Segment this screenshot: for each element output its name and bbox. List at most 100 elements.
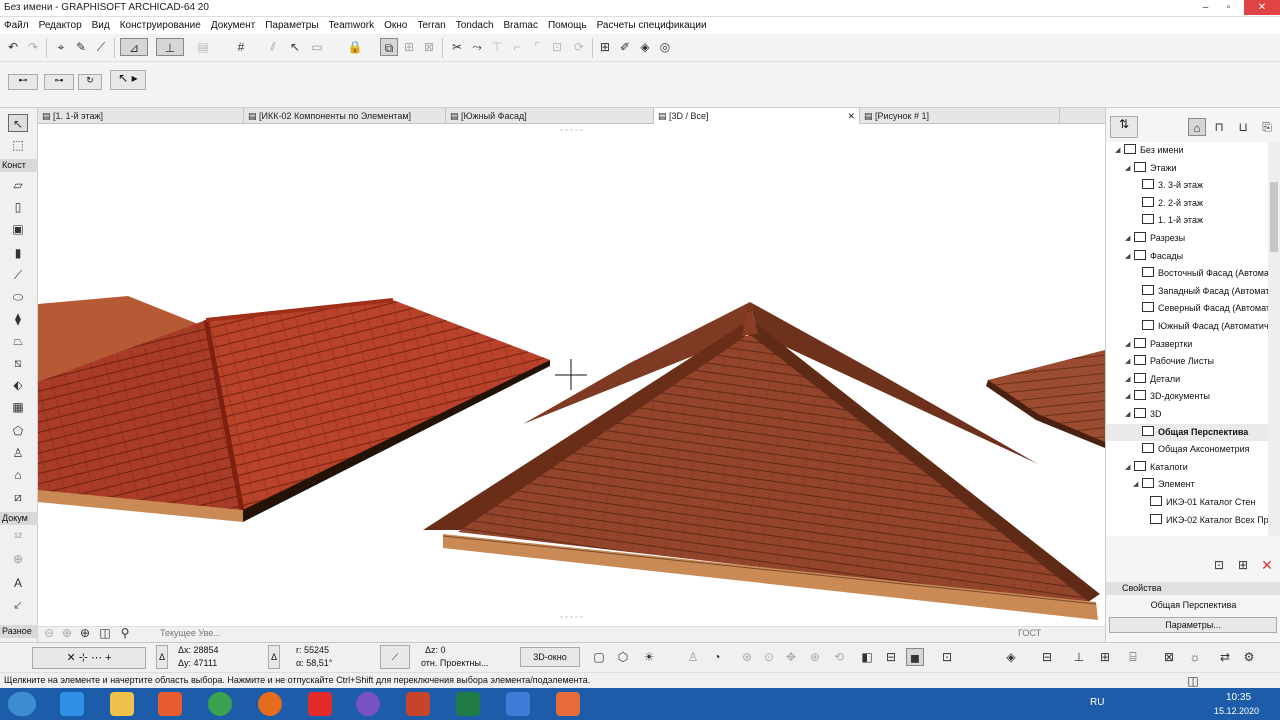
curtain-wall-tool-icon[interactable]: ⧅ xyxy=(8,354,28,372)
tree-item[interactable]: ◢ Без имени xyxy=(1106,142,1268,159)
tree-item[interactable]: Западный Фасад (Автомат xyxy=(1106,283,1268,300)
suspend-groups-icon[interactable]: ⧉ xyxy=(380,38,398,56)
undo-icon[interactable]: ↶ xyxy=(4,38,22,56)
column-tool-icon[interactable]: ▯ xyxy=(8,198,28,216)
clone-view-icon[interactable]: ⊞ xyxy=(1234,556,1252,574)
publisher-icon[interactable]: ⎘ xyxy=(1258,118,1276,136)
roof-tool-icon[interactable]: ⬭ xyxy=(8,288,28,306)
chrome-icon[interactable] xyxy=(208,692,232,716)
rotate-icon[interactable]: ⟳ xyxy=(570,38,588,56)
tree-item[interactable]: Восточный Фасад (Автома xyxy=(1106,265,1268,282)
clock-time[interactable]: 10:35 xyxy=(1226,692,1251,703)
text-tool-icon[interactable]: A xyxy=(8,574,28,592)
floor-plane-icon[interactable]: ⊥ xyxy=(1070,648,1088,666)
expand-arrow-icon[interactable]: ◢ xyxy=(1125,459,1130,476)
trace-icon[interactable]: ⫽ xyxy=(264,38,282,56)
cube-icon[interactable]: ⬡ xyxy=(614,648,632,666)
menu-item[interactable]: Помощь xyxy=(548,20,587,31)
dimension-icon[interactable]: ¹² xyxy=(8,528,28,546)
start-button-icon[interactable] xyxy=(8,692,36,716)
level-dimension-icon[interactable]: ⊕ xyxy=(8,550,28,568)
menu-item[interactable]: Teamwork xyxy=(329,20,375,31)
morph-tool-icon[interactable]: ⬖ xyxy=(8,376,28,394)
marquee-3d-icon[interactable]: ◼ xyxy=(906,648,924,666)
menu-item[interactable]: Документ xyxy=(211,20,255,31)
expand-arrow-icon[interactable]: ◢ xyxy=(1125,406,1130,423)
3d-viewport[interactable] xyxy=(38,124,1105,626)
language-indicator[interactable]: RU xyxy=(1090,697,1104,708)
parameters-button[interactable]: Параметры... xyxy=(1109,617,1277,633)
eyedropper-icon[interactable]: ✎ xyxy=(72,38,90,56)
properties-header[interactable]: Свойства xyxy=(1106,582,1280,595)
view-tab[interactable]: ▤ [1. 1-й этаж] xyxy=(38,108,244,124)
pan-icon[interactable]: ✥ xyxy=(782,648,800,666)
group-icon[interactable]: ⊞ xyxy=(400,38,418,56)
menu-item[interactable]: Расчеты спецификации xyxy=(597,20,707,31)
relative-level[interactable]: отн. Проектны... xyxy=(421,658,489,668)
expand-arrow-icon[interactable]: ◢ xyxy=(1125,388,1130,405)
menu-item[interactable]: Параметры xyxy=(265,20,318,31)
grid-snap-icon[interactable]: # xyxy=(232,38,250,56)
arrow-tool-icon[interactable]: ↖ ▸ xyxy=(110,70,146,90)
view-tab[interactable]: ▤ [Рисунок # 1] xyxy=(860,108,1060,124)
orbit-icon[interactable]: ⚲ xyxy=(116,624,134,642)
file-explorer-icon[interactable] xyxy=(110,692,134,716)
label-tool-icon[interactable]: ↙ xyxy=(8,596,28,614)
excel-icon[interactable] xyxy=(456,692,480,716)
expand-arrow-icon[interactable]: ◢ xyxy=(1125,336,1130,353)
resize-icon[interactable]: ⊡ xyxy=(548,38,566,56)
expand-arrow-icon[interactable]: ◢ xyxy=(1125,160,1130,177)
tree-scrollbar[interactable] xyxy=(1268,142,1280,536)
orbit-3d-icon[interactable]: ◔ xyxy=(708,648,726,666)
undo-zoom-icon[interactable]: ⊖ xyxy=(40,624,58,642)
settings-3d-icon[interactable]: ⚙ xyxy=(1240,648,1258,666)
dimension-tool-icon[interactable]: ⊷ xyxy=(8,74,38,90)
magic-wand-icon[interactable]: ⌖ xyxy=(52,38,70,56)
view-tab[interactable]: ▤ [Южный Фасад] xyxy=(446,108,654,124)
arrow-select-icon[interactable]: ↖ xyxy=(8,114,28,132)
tree-item[interactable]: ◢ Разрезы xyxy=(1106,230,1268,247)
archicad-icon[interactable] xyxy=(506,692,530,716)
tree-item[interactable]: Общая Аксонометрия xyxy=(1106,441,1268,458)
tree-item[interactable]: Северный Фасад (Автомат xyxy=(1106,300,1268,317)
layout-book-icon[interactable]: ⊔ xyxy=(1234,118,1252,136)
cutaway-icon[interactable]: ⊡ xyxy=(938,648,956,666)
stair-tool-icon[interactable]: ⟋ xyxy=(8,266,28,284)
delete-view-icon[interactable]: ✕ xyxy=(1258,556,1276,574)
elevation-dim-icon[interactable]: ⊶ xyxy=(44,74,74,90)
menu-item[interactable]: Конструирование xyxy=(120,20,201,31)
minimize-icon[interactable]: – xyxy=(1195,0,1216,15)
expand-arrow-icon[interactable]: ◢ xyxy=(1125,353,1130,370)
tree-item[interactable]: ◢ Детали xyxy=(1106,371,1268,388)
tree-item[interactable]: ◢ Элемент xyxy=(1106,476,1268,493)
tree-item[interactable]: 3. 3-й этаж xyxy=(1106,177,1268,194)
filter-icon[interactable]: ◈ xyxy=(1002,648,1020,666)
navigate-icon[interactable]: ⇄ xyxy=(1216,648,1234,666)
beam-tool-icon[interactable]: ▣ xyxy=(8,220,28,238)
turn-icon[interactable]: ⟲ xyxy=(830,648,848,666)
tree-item[interactable]: ИКЭ-01 Каталог Стен xyxy=(1106,494,1268,511)
new-view-icon[interactable]: ⊡ xyxy=(1210,556,1228,574)
tree-item[interactable]: 1. 1-й этаж xyxy=(1106,212,1268,229)
tree-item[interactable]: Южный Фасад (Автоматич xyxy=(1106,318,1268,335)
delta-lock-icon[interactable]: Δ xyxy=(156,645,168,669)
menu-item[interactable]: Вид xyxy=(92,20,110,31)
internet-explorer-icon[interactable] xyxy=(60,692,84,716)
grid-tool-icon[interactable]: ▦ xyxy=(8,398,28,416)
tree-item[interactable]: ◢ Фасады xyxy=(1106,248,1268,265)
clock-date[interactable]: 15.12.2020 xyxy=(1214,706,1259,716)
tree-item[interactable]: ◢ Развертки xyxy=(1106,336,1268,353)
tree-item[interactable]: ◢ 3D-документы xyxy=(1106,388,1268,405)
tree-item[interactable]: ИКЭ-02 Каталог Всех Пр xyxy=(1106,512,1268,529)
syringe-icon[interactable]: ⟋ xyxy=(92,38,110,56)
view-settings-icon[interactable]: ◈ xyxy=(636,38,654,56)
redo-icon[interactable]: ↷ xyxy=(24,38,42,56)
rotate-view-icon[interactable]: ↻ xyxy=(78,74,102,90)
snap-guides-icon[interactable]: ⊥ xyxy=(156,38,184,56)
view-tab[interactable]: ▤ [ИКК-02 Компоненты по Элементам] xyxy=(244,108,446,124)
lock-icon[interactable]: 🔒 xyxy=(346,38,364,56)
fly-icon[interactable]: ⊙ xyxy=(760,648,778,666)
close-icon[interactable]: ✕ xyxy=(1244,0,1280,15)
zoom-in-icon[interactable]: ⊕ xyxy=(76,624,94,642)
geometry-method-icons[interactable]: ✕ ⊹ ⋯ + xyxy=(32,647,146,669)
